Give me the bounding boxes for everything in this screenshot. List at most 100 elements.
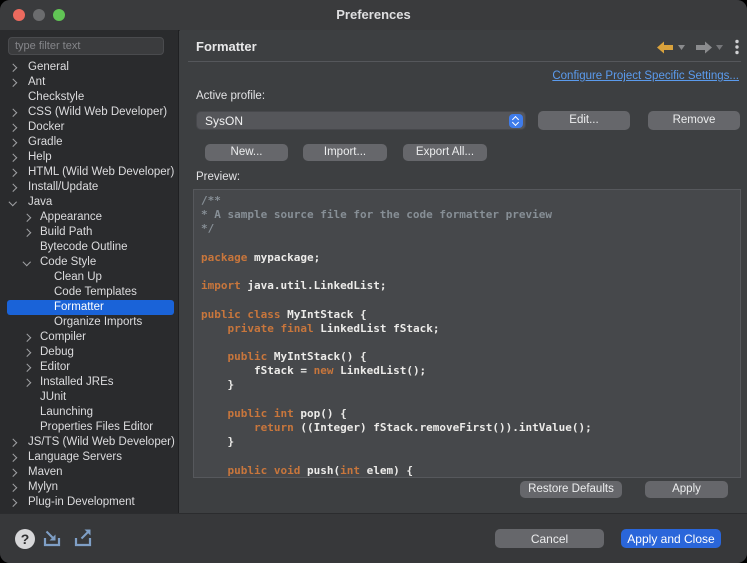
sidebar-item-mylyn[interactable]: Mylyn (0, 480, 177, 495)
sidebar-item-label: Compiler (40, 331, 87, 343)
sidebar-item-label: Organize Imports (54, 316, 143, 328)
sidebar-item-label: Launching (40, 406, 94, 418)
back-dropdown-icon[interactable] (678, 44, 685, 50)
sidebar-item-label: Ant (28, 76, 46, 88)
apply-button[interactable]: Apply (645, 481, 728, 498)
sidebar-item-language-servers[interactable]: Language Servers (0, 450, 177, 465)
sidebar-item-gradle[interactable]: Gradle (0, 135, 177, 150)
code-line: public class MyIntStack { (201, 307, 367, 321)
sidebar-item-ant[interactable]: Ant (0, 75, 177, 90)
sidebar-item-checkstyle[interactable]: Checkstyle (0, 90, 177, 105)
sidebar-item-junit[interactable]: JUnit (0, 390, 177, 405)
sidebar-item-bytecode-outline[interactable]: Bytecode Outline (0, 240, 177, 255)
preferences-window: Preferences General Ant Checkstyle CSS (Wil… (0, 0, 747, 563)
sidebar-item-label: General (28, 61, 69, 73)
sidebar-item-code-templates[interactable]: Code Templates (0, 285, 177, 300)
sidebar-item-label: Appearance (40, 211, 103, 223)
select-stepper-icon (509, 113, 523, 128)
restore-defaults-button[interactable]: Restore Defaults (520, 481, 622, 498)
sidebar-item-label: Install/Update (28, 181, 99, 193)
sidebar-item-html-wild-web-developer-[interactable]: HTML (Wild Web Developer) (0, 165, 177, 180)
sidebar-item-label: Java (28, 196, 53, 208)
remove-button[interactable]: Remove (648, 111, 740, 130)
code-line: */ (201, 222, 215, 236)
sidebar-item-appearance[interactable]: Appearance (0, 210, 177, 225)
sidebar-item-label: Docker (28, 121, 65, 133)
window-title: Preferences (336, 7, 411, 22)
edit-button[interactable]: Edit... (538, 111, 630, 130)
sidebar-item-general[interactable]: General (0, 60, 177, 75)
sidebar-item-plug-in-development[interactable]: Plug-in Development (0, 495, 177, 510)
sidebar-item-label: Editor (40, 361, 71, 373)
sidebar-item-label: JS/TS (Wild Web Developer) (28, 436, 175, 448)
sidebar-item-css-wild-web-developer-[interactable]: CSS (Wild Web Developer) (0, 105, 177, 120)
sidebar-item-label: Maven (28, 466, 63, 478)
export-all-button[interactable]: Export All... (403, 144, 487, 161)
header-divider (188, 61, 741, 62)
sidebar-item-build-path[interactable]: Build Path (0, 225, 177, 240)
sidebar-item-compiler[interactable]: Compiler (0, 330, 177, 345)
sidebar-item-label: HTML (Wild Web Developer) (28, 166, 175, 178)
code-line: } (201, 435, 235, 449)
preferences-tree: General Ant Checkstyle CSS (Wild Web Develo… (0, 60, 177, 510)
filter-input[interactable] (8, 37, 164, 55)
configure-project-settings-link[interactable]: Configure Project Specific Settings... (552, 70, 739, 82)
sidebar-item-label: Formatter (54, 301, 104, 313)
cancel-button[interactable]: Cancel (495, 529, 604, 548)
sidebar-item-label: CSS (Wild Web Developer) (28, 106, 168, 118)
sidebar-item-label: Code Templates (54, 286, 137, 298)
sidebar-item-label: Debug (40, 346, 74, 358)
sidebar-item-help[interactable]: Help (0, 150, 177, 165)
sidebar-item-label: Build Path (40, 226, 93, 238)
code-line: package mypackage; (201, 250, 321, 264)
dialog-footer: ? Cancel Apply and Close (0, 513, 747, 563)
sidebar-item-editor[interactable]: Editor (0, 360, 177, 375)
sidebar-item-label: JUnit (40, 391, 67, 403)
sidebar-item-label: Installed JREs (40, 376, 114, 388)
sidebar-item-formatter[interactable]: Formatter (0, 300, 177, 315)
back-icon[interactable] (657, 41, 674, 54)
title-bar: Preferences (0, 0, 747, 31)
sidebar-item-properties-files-editor[interactable]: Properties Files Editor (0, 420, 177, 435)
code-line: * A sample source file for the code form… (201, 208, 552, 222)
sidebar-item-code-style[interactable]: Code Style (0, 255, 177, 270)
sidebar-item-label: Gradle (28, 136, 63, 148)
sidebar-item-maven[interactable]: Maven (0, 465, 177, 480)
sidebar-item-java[interactable]: Java (0, 195, 177, 210)
active-profile-select[interactable]: SysON (196, 111, 526, 130)
preview-label: Preview: (196, 171, 241, 183)
sidebar-item-installed-jres[interactable]: Installed JREs (0, 375, 177, 390)
code-preview[interactable]: /** * A sample source file for the code f… (193, 189, 741, 478)
import-button[interactable]: Import... (303, 144, 387, 161)
sidebar-item-label: Bytecode Outline (40, 241, 128, 253)
code-line: public void push(int elem) { (227, 463, 413, 477)
active-profile-value: SysON (205, 114, 244, 128)
sidebar-item-label: Language Servers (28, 451, 122, 463)
sidebar-item-label: Properties Files Editor (40, 421, 154, 433)
sidebar-item-clean-up[interactable]: Clean Up (0, 270, 177, 285)
code-line: public MyIntStack() { (227, 350, 367, 364)
code-line: /** (201, 194, 221, 207)
sidebar-item-debug[interactable]: Debug (0, 345, 177, 360)
sidebar-item-js-ts-wild-web-developer-[interactable]: JS/TS (Wild Web Developer) (0, 435, 177, 450)
page-nav-toolbar (657, 39, 739, 55)
help-icon[interactable]: ? (15, 529, 35, 549)
sidebar-item-launching[interactable]: Launching (0, 405, 177, 420)
forward-dropdown-icon[interactable] (716, 44, 723, 50)
sidebar-item-docker[interactable]: Docker (0, 120, 177, 135)
sidebar-item-label: Plug-in Development (28, 496, 135, 508)
page-title: Formatter (196, 39, 257, 54)
forward-icon[interactable] (695, 41, 712, 54)
sidebar-item-organize-imports[interactable]: Organize Imports (0, 315, 177, 330)
formatter-page: Formatter Configure Project Specific Set… (180, 30, 747, 513)
apply-and-close-button[interactable]: Apply and Close (621, 529, 721, 548)
sidebar-item-install-update[interactable]: Install/Update (0, 180, 177, 195)
new-button[interactable]: New... (205, 144, 288, 161)
view-menu-icon[interactable] (735, 39, 739, 55)
code-line: public int pop() { (227, 406, 347, 420)
import-preferences-icon[interactable] (42, 529, 65, 549)
export-preferences-icon[interactable] (73, 529, 96, 549)
